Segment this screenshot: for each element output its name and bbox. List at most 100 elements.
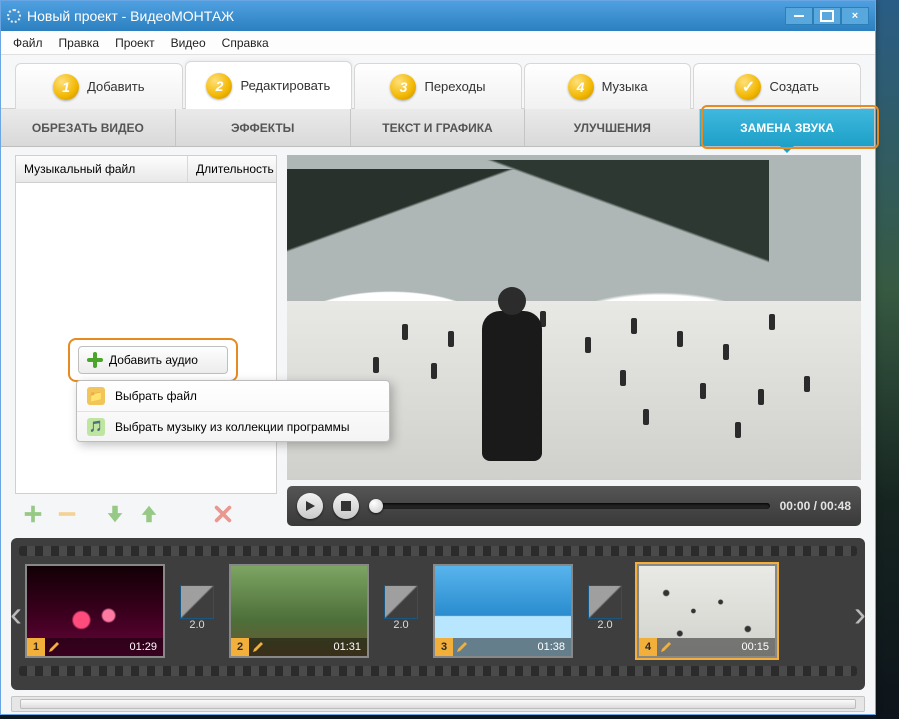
film-edge-top	[19, 546, 857, 556]
step-label: Музыка	[602, 79, 648, 94]
step-transitions[interactable]: 3 Переходы	[354, 63, 522, 109]
titlebar[interactable]: Новый проект - ВидеоМОНТАЖ ×	[1, 1, 875, 31]
add-audio-button[interactable]: Добавить аудио	[78, 346, 228, 374]
clip-number: 3	[435, 638, 453, 656]
music-icon: 🎵	[87, 418, 105, 436]
subtab-effects[interactable]: ЭФФЕКТЫ	[176, 109, 351, 146]
clip-time: 01:29	[129, 641, 163, 653]
time-display: 00:00 / 00:48	[780, 499, 851, 513]
step-add[interactable]: 1 Добавить	[15, 63, 183, 109]
subtab-text[interactable]: ТЕКСТ И ГРАФИКА	[351, 109, 526, 146]
plus-icon	[87, 352, 103, 368]
desktop-sliver	[876, 0, 899, 719]
timeline-scrollbar[interactable]	[11, 696, 865, 712]
clip-number: 1	[27, 638, 45, 656]
menu-help[interactable]: Справка	[222, 36, 269, 50]
timeline: ‹ 1 01:29 2.0 2	[11, 538, 865, 690]
col-header-file[interactable]: Музыкальный файл	[16, 156, 188, 182]
transition-3[interactable]: 2.0	[583, 585, 627, 637]
audio-list-header: Музыкальный файл Длительность	[15, 155, 277, 183]
timeline-prev[interactable]: ‹	[7, 594, 25, 634]
transition-1[interactable]: 2.0	[175, 585, 219, 637]
audio-list[interactable]: Добавить аудио	[15, 183, 277, 494]
timeline-next[interactable]: ›	[851, 594, 869, 634]
transition-icon[interactable]	[588, 585, 622, 619]
move-down-button[interactable]	[103, 502, 127, 526]
step-label: Редактировать	[240, 78, 330, 93]
scrollbar-thumb[interactable]	[20, 699, 856, 709]
edit-clip-icon[interactable]	[249, 638, 267, 656]
menu-file[interactable]: Файл	[13, 36, 43, 50]
remove-button[interactable]	[55, 502, 79, 526]
maximize-button[interactable]	[813, 7, 841, 25]
clip-time: 01:31	[333, 641, 367, 653]
menu-item-label: Выбрать файл	[115, 389, 197, 403]
step-create[interactable]: ✓ Создать	[693, 63, 861, 109]
clip-2[interactable]: 2 01:31	[229, 564, 369, 658]
add-audio-label: Добавить аудио	[109, 353, 198, 367]
audio-list-toolbar	[15, 494, 277, 526]
edit-clip-icon[interactable]	[657, 638, 675, 656]
transition-value: 2.0	[393, 619, 408, 631]
step-label: Создать	[769, 79, 818, 94]
clip-time: 00:15	[741, 641, 775, 653]
player-bar: 00:00 / 00:48	[287, 486, 861, 526]
add-button[interactable]	[21, 502, 45, 526]
app-window: Новый проект - ВидеоМОНТАЖ × Файл Правка…	[0, 0, 876, 715]
step-badge-1: 1	[53, 74, 79, 100]
clip-number: 2	[231, 638, 249, 656]
preview-pane: 00:00 / 00:48	[287, 155, 861, 526]
work-area: Музыкальный файл Длительность Добавить а…	[1, 147, 875, 532]
subtab-trim[interactable]: ОБРЕЗАТЬ ВИДЕО	[1, 109, 176, 146]
step-badge-check: ✓	[735, 74, 761, 100]
folder-icon: 📁	[87, 387, 105, 405]
col-header-duration[interactable]: Длительность	[188, 156, 276, 182]
clip-4[interactable]: 4 00:15	[637, 564, 777, 658]
menu-item-select-file[interactable]: 📁 Выбрать файл	[77, 381, 389, 411]
step-label: Добавить	[87, 79, 144, 94]
menu-edit[interactable]: Правка	[59, 36, 100, 50]
transition-2[interactable]: 2.0	[379, 585, 423, 637]
transition-value: 2.0	[597, 619, 612, 631]
app-icon	[7, 9, 21, 23]
transition-icon[interactable]	[180, 585, 214, 619]
step-badge-4: 4	[568, 74, 594, 100]
menu-video[interactable]: Видео	[171, 36, 206, 50]
subtab-replace-sound[interactable]: ЗАМЕНА ЗВУКА	[700, 109, 875, 146]
progress-bar[interactable]	[369, 503, 770, 509]
clip-3[interactable]: 3 01:38	[433, 564, 573, 658]
subtab-improve[interactable]: УЛУЧШЕНИЯ	[525, 109, 700, 146]
edit-clip-icon[interactable]	[45, 638, 63, 656]
step-label: Переходы	[424, 79, 485, 94]
play-button[interactable]	[297, 493, 323, 519]
menu-item-from-collection[interactable]: 🎵 Выбрать музыку из коллекции программы	[77, 411, 389, 441]
progress-knob[interactable]	[369, 499, 383, 513]
edit-clip-icon[interactable]	[453, 638, 471, 656]
step-music[interactable]: 4 Музыка	[524, 63, 692, 109]
move-up-button[interactable]	[137, 502, 161, 526]
delete-button[interactable]	[211, 502, 235, 526]
clip-time: 01:38	[537, 641, 571, 653]
window-controls: ×	[785, 7, 869, 25]
minimize-button[interactable]	[785, 7, 813, 25]
clips-row: ‹ 1 01:29 2.0 2	[19, 556, 857, 666]
audio-list-pane: Музыкальный файл Длительность Добавить а…	[15, 155, 277, 526]
transition-icon[interactable]	[384, 585, 418, 619]
menu-item-label: Выбрать музыку из коллекции программы	[115, 420, 349, 434]
step-edit[interactable]: 2 Редактировать	[185, 61, 353, 109]
time-total: 00:48	[820, 499, 851, 513]
close-button[interactable]: ×	[841, 7, 869, 25]
stop-button[interactable]	[333, 493, 359, 519]
menu-project[interactable]: Проект	[115, 36, 155, 50]
time-current: 00:00	[780, 499, 811, 513]
add-audio-menu: 📁 Выбрать файл 🎵 Выбрать музыку из колле…	[76, 380, 390, 442]
step-tabs: 1 Добавить 2 Редактировать 3 Переходы 4 …	[1, 55, 875, 109]
subtabs: ОБРЕЗАТЬ ВИДЕО ЭФФЕКТЫ ТЕКСТ И ГРАФИКА У…	[1, 109, 875, 147]
film-edge-bottom	[19, 666, 857, 676]
clip-1[interactable]: 1 01:29	[25, 564, 165, 658]
transition-value: 2.0	[189, 619, 204, 631]
window-title: Новый проект - ВидеоМОНТАЖ	[27, 8, 234, 24]
clip-number: 4	[639, 638, 657, 656]
step-badge-3: 3	[390, 74, 416, 100]
menu-bar: Файл Правка Проект Видео Справка	[1, 31, 875, 55]
